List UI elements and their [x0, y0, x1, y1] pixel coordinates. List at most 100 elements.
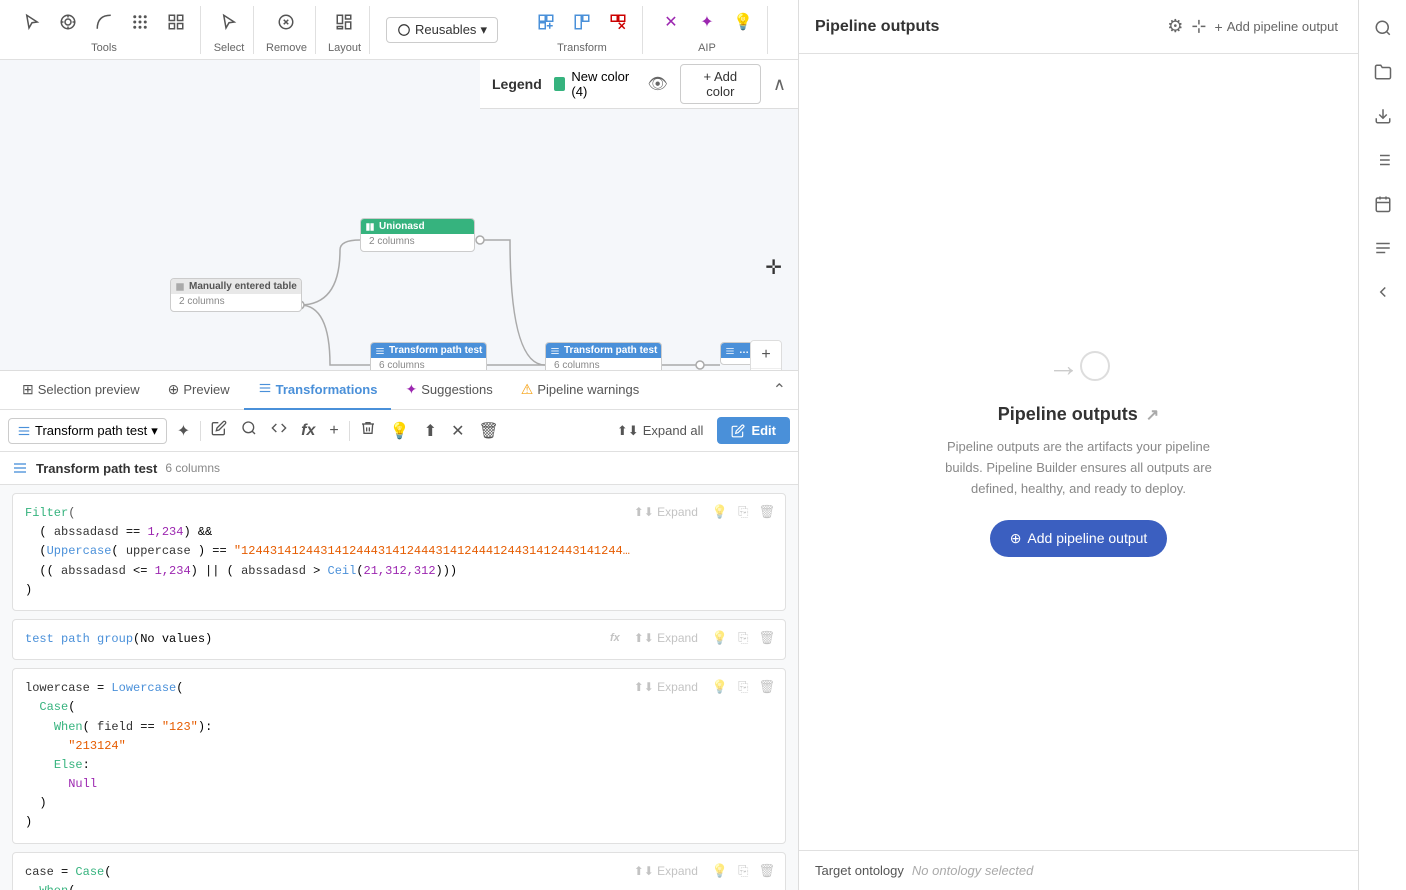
- remove-btn[interactable]: [270, 6, 302, 38]
- test-path-group-block: fx ⬆⬇ Expand 💡 ⎘ 🗑 test path group(No va…: [12, 619, 786, 660]
- edit-mode-btn[interactable]: Edit: [717, 417, 790, 444]
- transform-up-btn[interactable]: ⬆: [420, 417, 441, 445]
- transform-node-2[interactable]: Transform path test 6 columns: [545, 342, 662, 370]
- legend-panel: Legend New color (4) 👁 + Add color ∧: [480, 60, 798, 109]
- transform-bulb-btn[interactable]: 💡: [386, 417, 414, 445]
- legend-eye-btn[interactable]: 👁: [648, 74, 668, 94]
- zoom-in-btn[interactable]: +: [751, 341, 781, 369]
- group-fx-btn[interactable]: fx: [608, 630, 622, 646]
- transform-plus-btn[interactable]: +: [325, 418, 342, 444]
- select-btn[interactable]: [213, 6, 245, 38]
- transform-node-1[interactable]: Transform path test 6 columns: [370, 342, 487, 370]
- cursor-tool-btn[interactable]: [16, 6, 48, 38]
- grid-tool-btn[interactable]: [160, 6, 192, 38]
- case-copy-btn[interactable]: ⎘: [736, 861, 750, 881]
- transform-toolbar: Transform path test ▾ ✦ fx +: [0, 410, 798, 452]
- manually-entered-node[interactable]: Manually entered table 2 columns: [170, 278, 302, 312]
- pipeline-empty-icon: →: [1048, 347, 1110, 384]
- transform-delete-btn[interactable]: [356, 416, 380, 445]
- layout-btn[interactable]: [328, 6, 360, 38]
- transform-icon1-btn[interactable]: [530, 6, 562, 38]
- filter-expand-btn[interactable]: ⬆⬇ Expand: [628, 503, 704, 521]
- zoom-out-btn[interactable]: −: [751, 369, 781, 370]
- tab-pipeline-warnings[interactable]: ⚠ Pipeline warnings: [507, 371, 653, 410]
- transform-search-btn[interactable]: [237, 416, 261, 445]
- sidebar-layers-btn[interactable]: [1363, 140, 1403, 180]
- transform-fx-btn[interactable]: fx: [297, 418, 319, 444]
- group-trash-btn[interactable]: 🗑: [756, 628, 777, 648]
- right-panel-add-btn[interactable]: + Add pipeline output: [1211, 15, 1343, 39]
- transform-node-1-subtitle: 6 columns: [379, 360, 478, 370]
- right-panel-settings-btn[interactable]: ⚙: [1163, 12, 1187, 41]
- case-trash-btn[interactable]: 🗑: [756, 861, 777, 881]
- preview-icon: ⊕: [168, 381, 180, 398]
- right-sidebar: [1358, 0, 1406, 890]
- unionasd-node[interactable]: Unionasd 2 columns: [360, 218, 475, 252]
- expand-all-btn[interactable]: ⬆⬇ Expand all: [609, 419, 712, 443]
- transform-code-btn[interactable]: [267, 416, 291, 445]
- transform-icon2-btn[interactable]: [566, 6, 598, 38]
- add-pipeline-output-btn[interactable]: ⊕ Add pipeline output: [990, 520, 1168, 557]
- layout-group: Layout: [320, 6, 370, 54]
- filter-code-block: ⬆⬇ Expand 💡 ⎘ 🗑 Filter( ( abssadasd == 1…: [12, 493, 786, 611]
- transform-label: Transform: [557, 42, 607, 54]
- group-expand-btn[interactable]: ⬆⬇ Expand: [628, 629, 704, 647]
- tab-transformations[interactable]: Transformations: [244, 371, 392, 410]
- lowercase-copy-btn[interactable]: ⎘: [736, 677, 750, 697]
- canvas-area[interactable]: Legend New color (4) 👁 + Add color ∧ ✛: [0, 60, 798, 370]
- sidebar-arrow-btn[interactable]: [1363, 272, 1403, 312]
- edit-group: Edit: [784, 6, 798, 54]
- group-bulb-btn[interactable]: 💡: [710, 628, 730, 648]
- transform-header-bar: Transform path test 6 columns: [0, 452, 798, 485]
- sidebar-search-btn[interactable]: [1363, 8, 1403, 48]
- target-tool-btn[interactable]: [52, 6, 84, 38]
- transform-x-btn[interactable]: ✕: [447, 417, 468, 445]
- pipeline-outputs-title: Pipeline outputs ↗: [998, 404, 1159, 425]
- transform-icon3-btn[interactable]: [602, 6, 634, 38]
- lowercase-code-block: ⬆⬇ Expand 💡 ⎘ 🗑 lowercase = Lowercase( C…: [12, 668, 786, 844]
- case-bulb-btn[interactable]: 💡: [710, 861, 730, 881]
- aip-x-btn[interactable]: ✕: [655, 6, 687, 38]
- sidebar-calendar-btn[interactable]: [1363, 184, 1403, 224]
- sidebar-download-btn[interactable]: [1363, 96, 1403, 136]
- select-label: Select: [214, 42, 245, 54]
- tools-group: Tools: [8, 6, 201, 54]
- aip-sparkle-btn[interactable]: ✦: [691, 6, 723, 38]
- sidebar-data-btn[interactable]: [1363, 228, 1403, 268]
- right-panel-header: Pipeline outputs ⚙ ⊹ + Add pipeline outp…: [799, 0, 1358, 54]
- arc-tool-btn[interactable]: [88, 6, 120, 38]
- reusables-btn[interactable]: Reusables ▾: [386, 17, 498, 43]
- pipeline-warnings-icon: ⚠: [521, 381, 534, 398]
- transformations-icon: [258, 381, 272, 398]
- lowercase-expand-btn[interactable]: ⬆⬇ Expand: [628, 678, 704, 696]
- manually-entered-subtitle: 2 columns: [179, 296, 293, 307]
- unionasd-subtitle: 2 columns: [369, 236, 466, 247]
- tab-suggestions[interactable]: ✦ Suggestions: [391, 371, 506, 410]
- lowercase-trash-btn[interactable]: 🗑: [756, 677, 777, 697]
- group-copy-btn[interactable]: ⎘: [736, 628, 750, 648]
- panel-collapse-btn[interactable]: ⌃: [769, 376, 790, 404]
- filter-trash-btn[interactable]: 🗑: [756, 502, 777, 522]
- tab-selection-preview[interactable]: ⊞ Selection preview: [8, 371, 154, 410]
- dots-tool-btn[interactable]: [124, 6, 156, 38]
- main-toolbar: Tools Select Remove: [0, 0, 798, 60]
- sidebar-folder-btn[interactable]: [1363, 52, 1403, 92]
- transform-path-selector[interactable]: Transform path test ▾: [8, 418, 167, 444]
- case-expand-btn[interactable]: ⬆⬇ Expand: [628, 862, 704, 880]
- transform-add-btn[interactable]: ✦: [173, 417, 194, 445]
- transform-edit-pencil-btn[interactable]: [207, 416, 231, 445]
- transform-trash2-btn[interactable]: 🗑: [474, 417, 502, 445]
- aip-group: ✕ ✦ 💡 AIP: [647, 6, 768, 54]
- tools-label: Tools: [91, 42, 117, 54]
- aip-bulb-btn[interactable]: 💡: [727, 6, 759, 38]
- right-panel-share-btn[interactable]: ⊹: [1187, 12, 1210, 41]
- filter-copy-btn[interactable]: ⎘: [736, 502, 750, 522]
- right-panel: Pipeline outputs ⚙ ⊹ + Add pipeline outp…: [798, 0, 1358, 890]
- filter-bulb-btn[interactable]: 💡: [710, 502, 730, 522]
- bottom-panel: ⊞ Selection preview ⊕ Preview Transforma…: [0, 370, 798, 890]
- legend-add-color-btn[interactable]: + Add color: [680, 64, 761, 104]
- legend-close-btn[interactable]: ∧: [773, 74, 786, 95]
- lowercase-bulb-btn[interactable]: 💡: [710, 677, 730, 697]
- tab-preview[interactable]: ⊕ Preview: [154, 371, 244, 410]
- tab-suggestions-label: Suggestions: [421, 382, 493, 397]
